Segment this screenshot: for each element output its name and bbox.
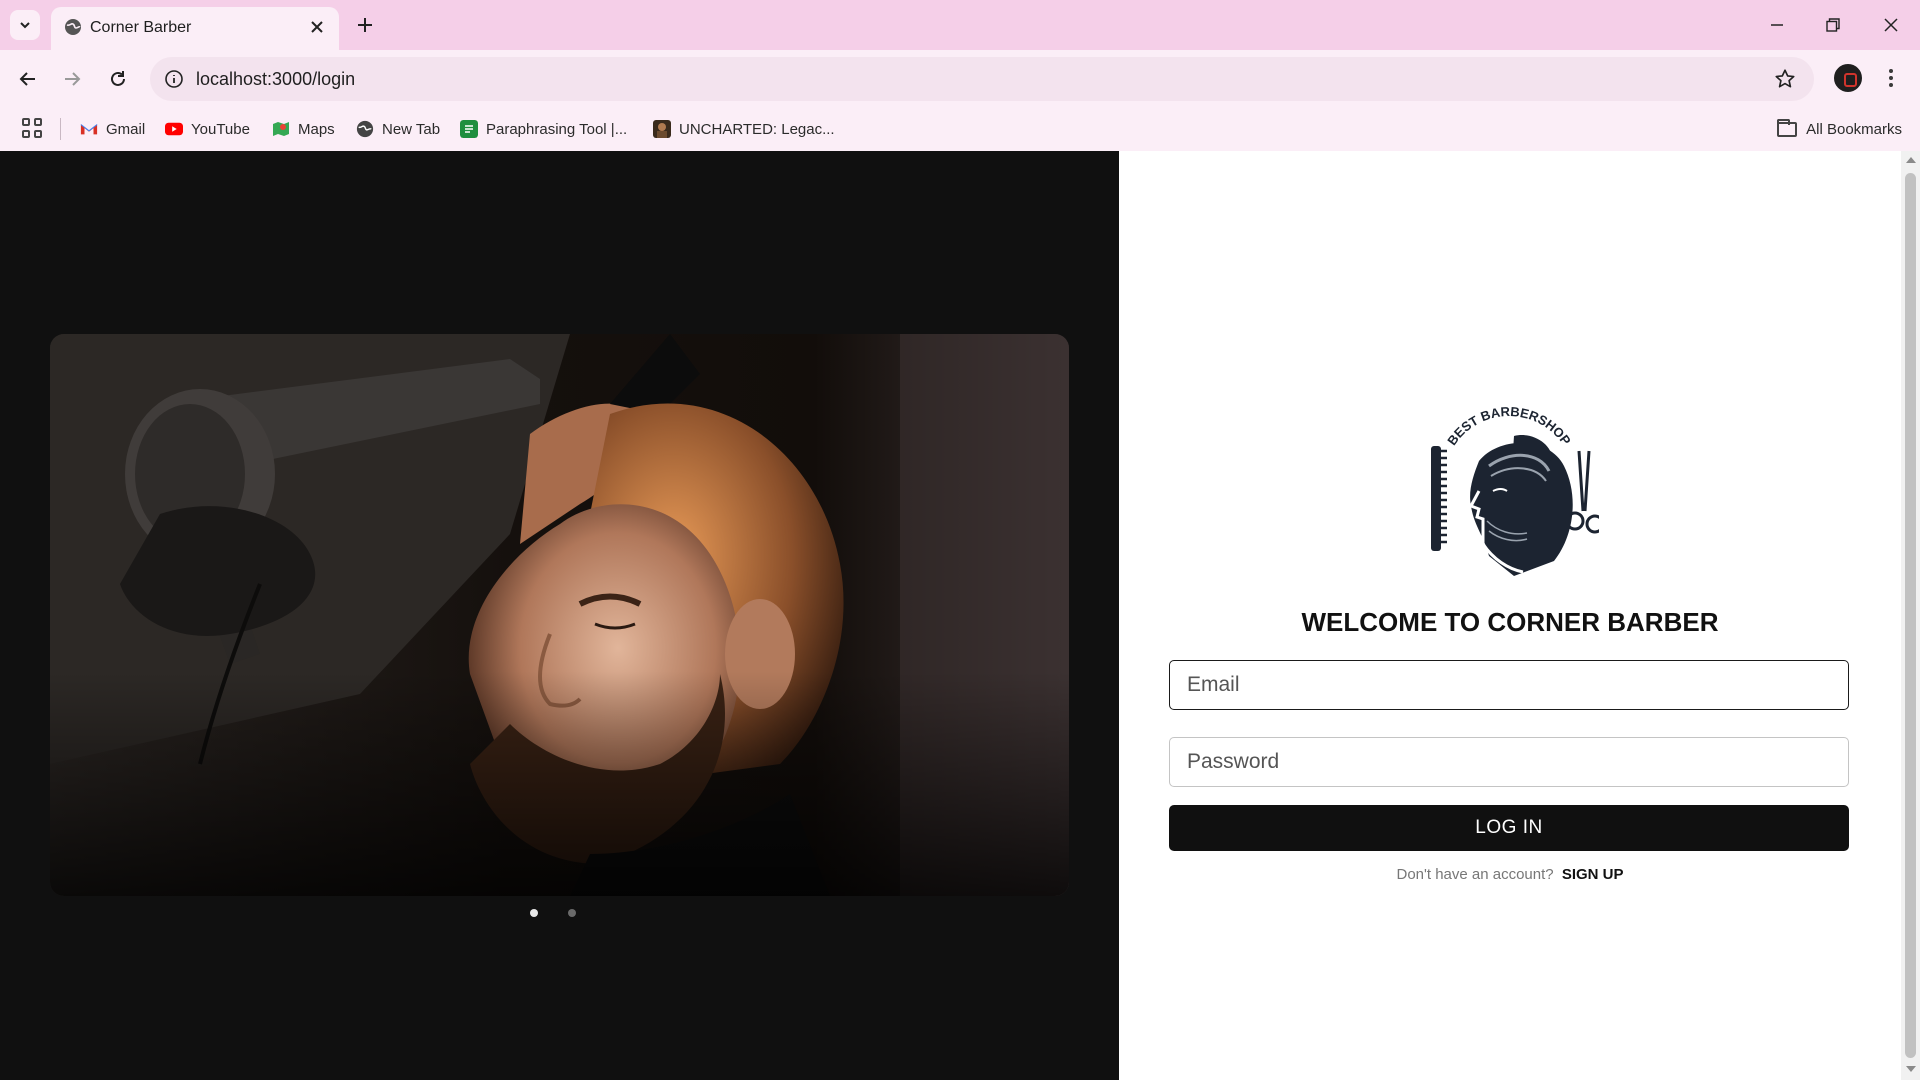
maps-icon xyxy=(273,122,289,136)
barber-drying-hair-photo xyxy=(50,334,1069,896)
tab-close-button[interactable] xyxy=(307,17,327,37)
tab-active[interactable]: Corner Barber xyxy=(51,7,339,50)
bookmark-maps[interactable]: Maps xyxy=(272,116,335,142)
forward-button[interactable] xyxy=(57,64,87,94)
bookmark-label: Maps xyxy=(298,120,335,138)
address-bar[interactable]: localhost:3000/login xyxy=(150,57,1814,101)
login-button[interactable]: LOG IN xyxy=(1169,805,1849,851)
gmail-icon xyxy=(80,124,98,135)
bookmark-label: YouTube xyxy=(191,120,250,138)
minimize-button[interactable] xyxy=(1760,10,1794,40)
globe-icon xyxy=(356,120,374,138)
restore-icon xyxy=(1826,18,1840,32)
restore-button[interactable] xyxy=(1816,10,1850,40)
url-text: localhost:3000/login xyxy=(196,69,356,89)
plus-icon xyxy=(358,18,372,32)
reload-icon xyxy=(111,71,125,86)
profile-avatar[interactable] xyxy=(1834,64,1862,92)
page-scrollbar[interactable] xyxy=(1901,151,1920,1080)
bookmark-label: Gmail xyxy=(106,120,146,138)
reload-button[interactable] xyxy=(103,64,133,94)
minimize-icon xyxy=(1771,24,1783,26)
browser-chrome: Corner Barber localhost:3000/login Gmail… xyxy=(0,0,1920,151)
close-icon xyxy=(1884,18,1898,32)
youtube-icon xyxy=(165,122,183,136)
bookmark-label: New Tab xyxy=(382,120,441,138)
apps-grid-icon[interactable] xyxy=(22,118,42,138)
signup-prompt-text: Don't have an account? xyxy=(1396,866,1554,883)
signup-prompt-row: Don't have an account? SIGN UP xyxy=(1119,866,1901,883)
carousel-dot-active[interactable] xyxy=(530,909,538,917)
tab-title: Corner Barber xyxy=(90,19,192,36)
bookmarks-divider xyxy=(60,118,61,140)
globe-icon xyxy=(65,19,81,35)
bookmark-paraphrasing-tool[interactable]: Paraphrasing Tool |... xyxy=(460,116,627,142)
scroll-up-arrow-icon[interactable] xyxy=(1906,157,1916,163)
navigation-bar: localhost:3000/login xyxy=(0,50,1920,108)
bookmark-gmail[interactable]: Gmail xyxy=(80,116,145,142)
welcome-heading: WELCOME TO CORNER BARBER xyxy=(1301,607,1719,637)
all-bookmarks-button[interactable]: All Bookmarks xyxy=(1777,116,1902,142)
scroll-down-arrow-icon[interactable] xyxy=(1906,1066,1916,1072)
hero-panel xyxy=(0,151,1119,1080)
star-icon[interactable] xyxy=(1774,68,1796,90)
chevron-down-icon xyxy=(20,22,30,29)
bookmark-label: Paraphrasing Tool |... xyxy=(486,120,628,138)
login-panel: BEST BARBERSHOP WELCOME TO CORNER BARBER xyxy=(1119,151,1901,1080)
browser-menu-button[interactable] xyxy=(1880,62,1902,94)
all-bookmarks-label: All Bookmarks xyxy=(1806,120,1902,138)
bookmarks-bar: Gmail YouTube Maps New Tab Paraphrasing … xyxy=(0,108,1920,151)
signup-link[interactable]: SIGN UP xyxy=(1562,866,1624,883)
barbershop-logo: BEST BARBERSHOP xyxy=(1431,406,1599,576)
tab-strip: Corner Barber xyxy=(0,0,1920,50)
tab-search-button[interactable] xyxy=(10,10,40,40)
new-tab-button[interactable] xyxy=(352,12,378,38)
svg-text:BEST BARBERSHOP: BEST BARBERSHOP xyxy=(1444,406,1574,448)
bookmark-uncharted[interactable]: UNCHARTED: Legac... xyxy=(653,116,835,142)
folder-icon xyxy=(1777,118,1798,137)
hero-carousel-image xyxy=(50,334,1069,896)
close-window-button[interactable] xyxy=(1874,10,1908,40)
carousel-indicators xyxy=(530,909,576,917)
close-icon xyxy=(311,21,323,33)
carousel-dot[interactable] xyxy=(568,909,576,917)
info-icon[interactable] xyxy=(164,69,184,89)
arrow-left-icon xyxy=(19,72,35,86)
back-button[interactable] xyxy=(13,64,43,94)
bookmark-label: UNCHARTED: Legac... xyxy=(679,120,835,138)
bookmark-new-tab[interactable]: New Tab xyxy=(356,116,440,142)
paraphrase-icon xyxy=(460,120,478,138)
arrow-right-icon xyxy=(65,72,81,86)
bookmark-youtube[interactable]: YouTube xyxy=(165,116,250,142)
scrollbar-thumb[interactable] xyxy=(1905,173,1916,1058)
login-page: BEST BARBERSHOP WELCOME TO CORNER BARBER xyxy=(0,151,1920,1080)
uncharted-icon xyxy=(653,120,671,138)
email-field[interactable] xyxy=(1169,660,1849,710)
password-field[interactable] xyxy=(1169,737,1849,787)
